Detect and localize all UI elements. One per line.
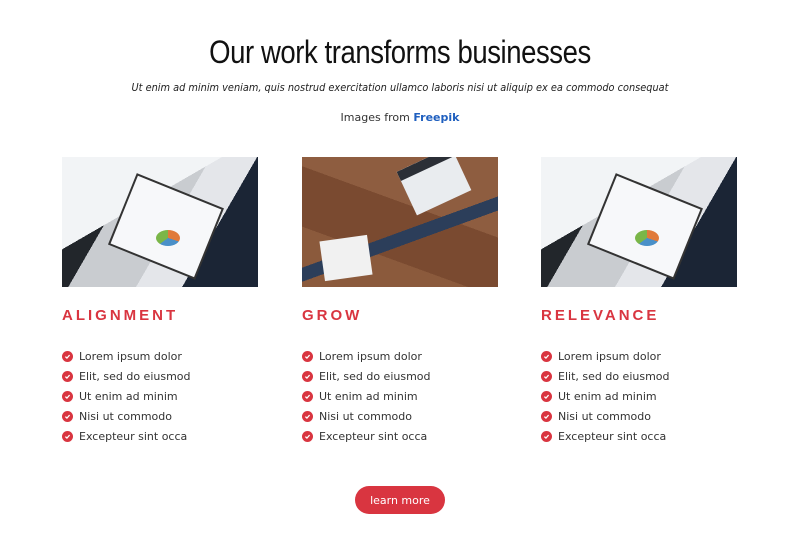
list-item-text: Excepteur sint occa — [79, 429, 188, 443]
column-heading: RELEVANCE — [541, 307, 660, 324]
list-item-text: Elit, sed do eiusmod — [319, 369, 431, 383]
check-circle-icon — [302, 430, 313, 442]
check-circle-icon — [541, 370, 552, 382]
list-item-text: Excepteur sint occa — [319, 429, 428, 443]
list-item: Ut enim ad minim — [62, 386, 258, 406]
list-item: Ut enim ad minim — [302, 386, 498, 406]
list-item-text: Lorem ipsum dolor — [558, 349, 661, 363]
list-item-text: Excepteur sint occa — [558, 429, 667, 443]
feature-list: Lorem ipsum dolor Elit, sed do eiusmod U… — [541, 346, 737, 446]
credits-prefix: Images from — [340, 111, 410, 124]
list-item-text: Elit, sed do eiusmod — [79, 369, 191, 383]
column-heading: GROW — [302, 307, 363, 324]
page-title: Our work transforms businesses — [209, 34, 591, 70]
freepik-link[interactable]: Freepik — [413, 111, 459, 124]
check-circle-icon — [541, 430, 552, 442]
list-item: Excepteur sint occa — [302, 426, 498, 446]
image-credits: Images from Freepik — [0, 111, 800, 124]
list-item-text: Lorem ipsum dolor — [319, 349, 422, 363]
list-item-text: Nisi ut commodo — [558, 409, 652, 423]
feature-column-relevance: RELEVANCE Lorem ipsum dolor Elit, sed do… — [541, 157, 737, 446]
list-item-text: Lorem ipsum dolor — [79, 349, 182, 363]
list-item: Lorem ipsum dolor — [541, 346, 737, 366]
list-item: Excepteur sint occa — [62, 426, 258, 446]
check-circle-icon — [62, 430, 73, 442]
learn-more-button[interactable]: learn more — [355, 486, 445, 514]
feature-column-alignment: ALIGNMENT Lorem ipsum dolor Elit, sed do… — [62, 157, 258, 446]
list-item: Lorem ipsum dolor — [62, 346, 258, 366]
list-item: Elit, sed do eiusmod — [62, 366, 258, 386]
feature-list: Lorem ipsum dolor Elit, sed do eiusmod U… — [62, 346, 258, 446]
list-item-text: Ut enim ad minim — [319, 389, 418, 403]
check-circle-icon — [302, 350, 313, 362]
list-item-text: Ut enim ad minim — [558, 389, 657, 403]
check-circle-icon — [541, 410, 552, 422]
list-item: Elit, sed do eiusmod — [541, 366, 737, 386]
check-circle-icon — [62, 350, 73, 362]
business-documents-image — [541, 157, 737, 287]
list-item: Lorem ipsum dolor — [302, 346, 498, 366]
check-circle-icon — [541, 390, 552, 402]
business-documents-image — [62, 157, 258, 287]
column-heading: ALIGNMENT — [62, 307, 179, 324]
list-item-text: Nisi ut commodo — [79, 409, 173, 423]
check-circle-icon — [541, 350, 552, 362]
list-item: Nisi ut commodo — [62, 406, 258, 426]
list-item-text: Ut enim ad minim — [79, 389, 178, 403]
check-circle-icon — [302, 410, 313, 422]
list-item: Nisi ut commodo — [541, 406, 737, 426]
check-circle-icon — [302, 370, 313, 382]
list-item: Nisi ut commodo — [302, 406, 498, 426]
list-item: Elit, sed do eiusmod — [302, 366, 498, 386]
list-item-text: Nisi ut commodo — [319, 409, 413, 423]
check-circle-icon — [62, 390, 73, 402]
page-subtitle: Ut enim ad minim veniam, quis nostrud ex… — [131, 82, 669, 94]
list-item: Excepteur sint occa — [541, 426, 737, 446]
check-circle-icon — [62, 370, 73, 382]
check-circle-icon — [302, 390, 313, 402]
check-circle-icon — [62, 410, 73, 422]
list-item-text: Elit, sed do eiusmod — [558, 369, 670, 383]
handshake-desk-image — [302, 157, 498, 287]
feature-column-grow: GROW Lorem ipsum dolor Elit, sed do eius… — [302, 157, 498, 446]
feature-list: Lorem ipsum dolor Elit, sed do eiusmod U… — [302, 346, 498, 446]
list-item: Ut enim ad minim — [541, 386, 737, 406]
